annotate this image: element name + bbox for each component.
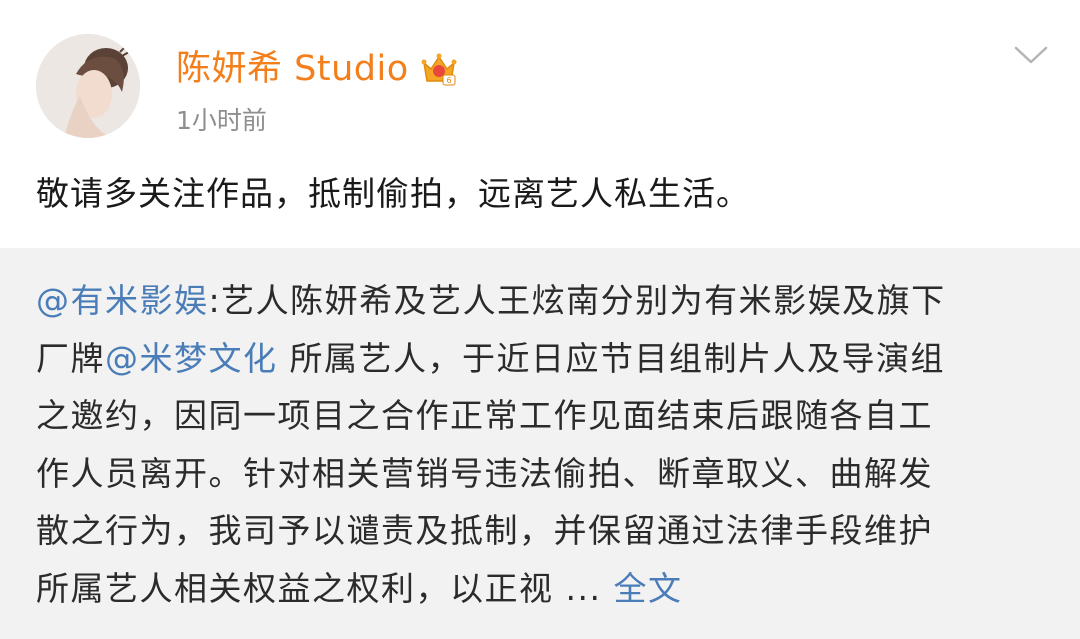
repost-line: 厂牌@米梦文化 所属艺人，于近日应节目组制片人及导演组 — [36, 330, 1046, 388]
expand-full-text-link[interactable]: 全文 — [613, 569, 682, 608]
post-header: 陈妍希 Studio 6 1小时前 — [0, 0, 1080, 160]
repost-text-segment: 厂牌 — [36, 338, 105, 378]
avatar[interactable] — [36, 34, 140, 138]
post-text: 敬请多关注作品，抵制偷拍，远离艺人私生活。 — [36, 174, 750, 213]
repost-line: 之邀约，因同一项目之合作正常工作见面结束后跟随各自工 — [36, 396, 933, 435]
repost-line: 散之行为，我司予以谴责及抵制，并保留通过法律手段维护 — [36, 511, 933, 550]
repost-line: @有米影娱:艺人陈妍希及艺人王炫南分别为有米影娱及旗下 — [36, 272, 1046, 330]
repost-text-segment: 所属艺人，于近日应节目组制片人及导演组 — [277, 338, 945, 378]
avatar-image — [36, 34, 140, 138]
author-name[interactable]: 陈妍希 Studio — [176, 44, 409, 94]
author-row: 陈妍希 Studio 6 — [176, 44, 459, 94]
repost-text: @有米影娱:艺人陈妍希及艺人王炫南分别为有米影娱及旗下 厂牌@米梦文化 所属艺人… — [36, 272, 1046, 617]
repost-text-segment: :艺人陈妍希及艺人王炫南分别为有米影娱及旗下 — [208, 281, 946, 320]
repost-box[interactable]: @有米影娱:艺人陈妍希及艺人王炫南分别为有米影娱及旗下 厂牌@米梦文化 所属艺人… — [0, 248, 1080, 639]
repost-line: 所属艺人相关权益之权利，以正视 ... 全文 — [36, 560, 1046, 618]
chevron-down-icon[interactable] — [1012, 42, 1050, 68]
repost-text-segment: 所属艺人相关权益之权利，以正视 ... — [36, 568, 614, 608]
mention-link[interactable]: @有米影娱 — [36, 281, 209, 320]
svg-text:6: 6 — [446, 76, 451, 85]
post-time: 1小时前 — [176, 106, 267, 135]
vip-crown-icon[interactable]: 6 — [419, 49, 459, 89]
mention-link[interactable]: @米梦文化 — [105, 339, 278, 378]
repost-line: 作人员离开。针对相关营销号违法偷拍、断章取义、曲解发 — [36, 453, 933, 493]
